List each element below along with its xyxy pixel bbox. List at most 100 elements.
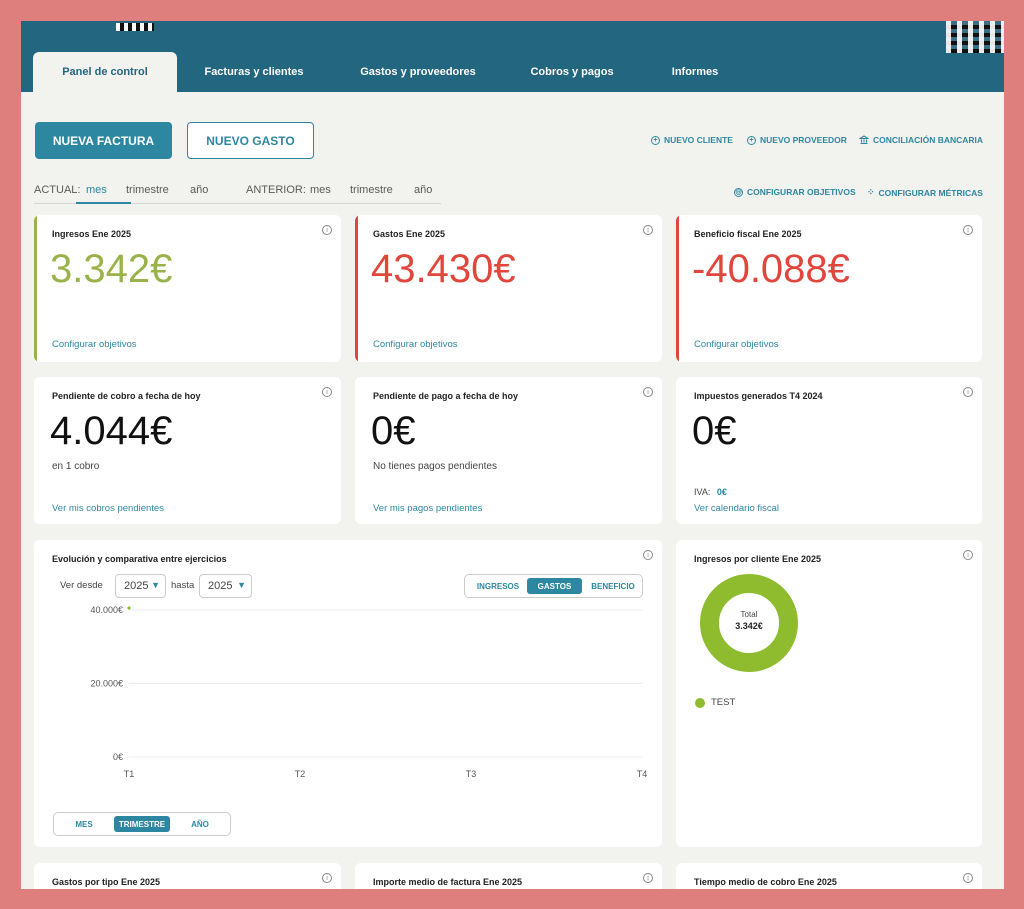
top-header: Panel de control Facturas y clientes Gas… (21, 21, 1004, 92)
payable-value: 0€ (371, 409, 416, 453)
configure-metrics-link[interactable]: ⁘ CONFIGURAR MÉTRICAS (867, 187, 983, 198)
info-icon[interactable]: i (643, 387, 653, 397)
info-icon[interactable]: i (643, 550, 653, 560)
new-supplier-link[interactable]: + NUEVO PROVEEDOR (747, 135, 847, 145)
period-mes-previous[interactable]: mes (310, 184, 331, 196)
info-icon[interactable]: i (963, 225, 973, 235)
info-icon[interactable]: i (322, 873, 332, 883)
info-icon[interactable]: i (963, 387, 973, 397)
expenses-by-type-card: Gastos por tipo Ene 2025 i (34, 863, 341, 889)
x-tick-label: T1 (124, 769, 135, 779)
period-trimestre-current[interactable]: trimestre (126, 184, 169, 196)
metric-toggle: INGRESOS GASTOS BENEFICIO (464, 574, 643, 598)
granularity-toggle: MES TRIMESTRE AÑO (53, 812, 231, 836)
payable-title: Pendiente de pago a fecha de hoy (373, 391, 519, 401)
receivable-card: Pendiente de cobro a fecha de hoy i 4.04… (34, 377, 341, 524)
tab-cobros-y-pagos[interactable]: Cobros y pagos (505, 52, 639, 92)
chevron-down-icon: ▼ (151, 580, 160, 590)
profit-title: Beneficio fiscal Ene 2025 (694, 229, 802, 239)
tab-panel-de-control[interactable]: Panel de control (33, 52, 177, 92)
tab-informes[interactable]: Informes (639, 52, 751, 92)
new-invoice-button[interactable]: NUEVA FACTURA (35, 122, 172, 159)
average-collection-time-card: Tiempo medio de cobro Ene 2025 i (676, 863, 982, 889)
profit-accent-bar (676, 215, 679, 362)
current-period-label: ACTUAL: (34, 184, 81, 196)
average-collection-time-title: Tiempo medio de cobro Ene 2025 (694, 877, 837, 887)
x-tick-label: T3 (466, 769, 477, 779)
granularity-mes[interactable]: MES (62, 816, 106, 832)
iva-row: IVA: 0€ (694, 487, 727, 497)
period-ano-previous[interactable]: año (414, 184, 432, 196)
period-ano-current[interactable]: año (190, 184, 208, 196)
evolution-title: Evolución y comparativa entre ejercicios (52, 554, 227, 564)
x-tick-label: T4 (637, 769, 648, 779)
info-icon[interactable]: i (322, 225, 332, 235)
x-tick-label: T2 (295, 769, 306, 779)
profit-configure-goals-link[interactable]: Configurar objetivos (694, 339, 779, 350)
info-icon[interactable]: i (963, 873, 973, 883)
client-income-title: Ingresos por cliente Ene 2025 (694, 554, 822, 564)
tab-facturas-y-clientes[interactable]: Facturas y clientes (177, 52, 331, 92)
to-year-select[interactable]: 2025 ▼ (199, 574, 252, 598)
bank-icon (859, 135, 869, 145)
info-icon[interactable]: i (643, 873, 653, 883)
taxes-value: 0€ (692, 409, 737, 453)
new-client-link[interactable]: + NUEVO CLIENTE (651, 135, 733, 145)
donut-legend-item[interactable]: TEST (695, 697, 735, 708)
from-label: Ver desde (60, 580, 103, 591)
pixelated-avatar[interactable] (946, 21, 1004, 53)
metric-ingresos[interactable]: INGRESOS (471, 578, 525, 594)
view-pending-collections-link[interactable]: Ver mis cobros pendientes (52, 503, 164, 514)
chevron-down-icon: ▼ (237, 580, 246, 590)
to-label: hasta (171, 580, 195, 591)
pixelated-logo (116, 23, 154, 31)
granularity-ano[interactable]: AÑO (178, 816, 222, 832)
donut-total-label: Total (740, 610, 758, 619)
bank-reconciliation-link[interactable]: CONCILIACIÓN BANCARIA (859, 135, 983, 145)
new-expense-button[interactable]: NUEVO GASTO (187, 122, 314, 159)
receivable-subtitle: en 1 cobro (52, 461, 100, 472)
donut-total-value: 3.342€ (735, 621, 763, 631)
period-mes-current[interactable]: mes (86, 184, 107, 196)
info-icon[interactable]: i (322, 387, 332, 397)
period-selected-underline (76, 202, 131, 204)
client-income-card: Ingresos por cliente Ene 2025 i Total 3.… (676, 540, 982, 847)
view-pending-payments-link[interactable]: Ver mis pagos pendientes (373, 503, 482, 514)
expenses-accent-bar (355, 215, 358, 362)
plus-circle-icon: + (651, 135, 660, 145)
app-frame: Panel de control Facturas y clientes Gas… (21, 21, 1004, 889)
metric-beneficio[interactable]: BENEFICIO (584, 578, 642, 594)
grid-icon: ⁘ (867, 187, 875, 197)
income-value: 3.342€ (50, 247, 173, 291)
legend-dot (695, 697, 705, 708)
from-year-select[interactable]: 2025 ▼ (115, 574, 166, 598)
y-tick-label: 40.000€ (90, 605, 123, 615)
configure-goals-link[interactable]: ◎ CONFIGURAR OBJETIVOS (734, 187, 856, 197)
plus-circle-icon: + (747, 135, 756, 145)
evolution-chart-card: Evolución y comparativa entre ejercicios… (34, 540, 662, 847)
expenses-card: Gastos Ene 2025 i 43.430€ Configurar obj… (355, 215, 662, 362)
expenses-value: 43.430€ (371, 247, 516, 291)
income-accent-bar (34, 215, 37, 362)
view-tax-calendar-link[interactable]: Ver calendario fiscal (694, 503, 779, 514)
income-configure-goals-link[interactable]: Configurar objetivos (52, 339, 137, 350)
chart-data-point[interactable] (127, 606, 131, 610)
income-title: Ingresos Ene 2025 (52, 229, 132, 239)
profit-card: Beneficio fiscal Ene 2025 i -40.088€ Con… (676, 215, 982, 362)
expenses-by-type-title: Gastos por tipo Ene 2025 (52, 877, 161, 887)
y-tick-label: 0€ (113, 752, 123, 762)
payable-subtitle: No tienes pagos pendientes (373, 461, 497, 472)
taxes-title: Impuestos generados T4 2024 (694, 391, 823, 401)
granularity-trimestre[interactable]: TRIMESTRE (114, 816, 170, 832)
income-card: Ingresos Ene 2025 i 3.342€ Configurar ob… (34, 215, 341, 362)
tab-gastos-y-proveedores[interactable]: Gastos y proveedores (331, 52, 505, 92)
metric-gastos[interactable]: GASTOS (527, 578, 582, 594)
period-trimestre-previous[interactable]: trimestre (350, 184, 393, 196)
previous-period-label: ANTERIOR: (246, 184, 306, 196)
info-icon[interactable]: i (643, 225, 653, 235)
iva-value: 0€ (716, 487, 727, 497)
info-icon[interactable]: i (963, 550, 973, 560)
iva-label: IVA: (694, 487, 711, 497)
expenses-configure-goals-link[interactable]: Configurar objetivos (373, 339, 458, 350)
receivable-title: Pendiente de cobro a fecha de hoy (52, 391, 201, 401)
